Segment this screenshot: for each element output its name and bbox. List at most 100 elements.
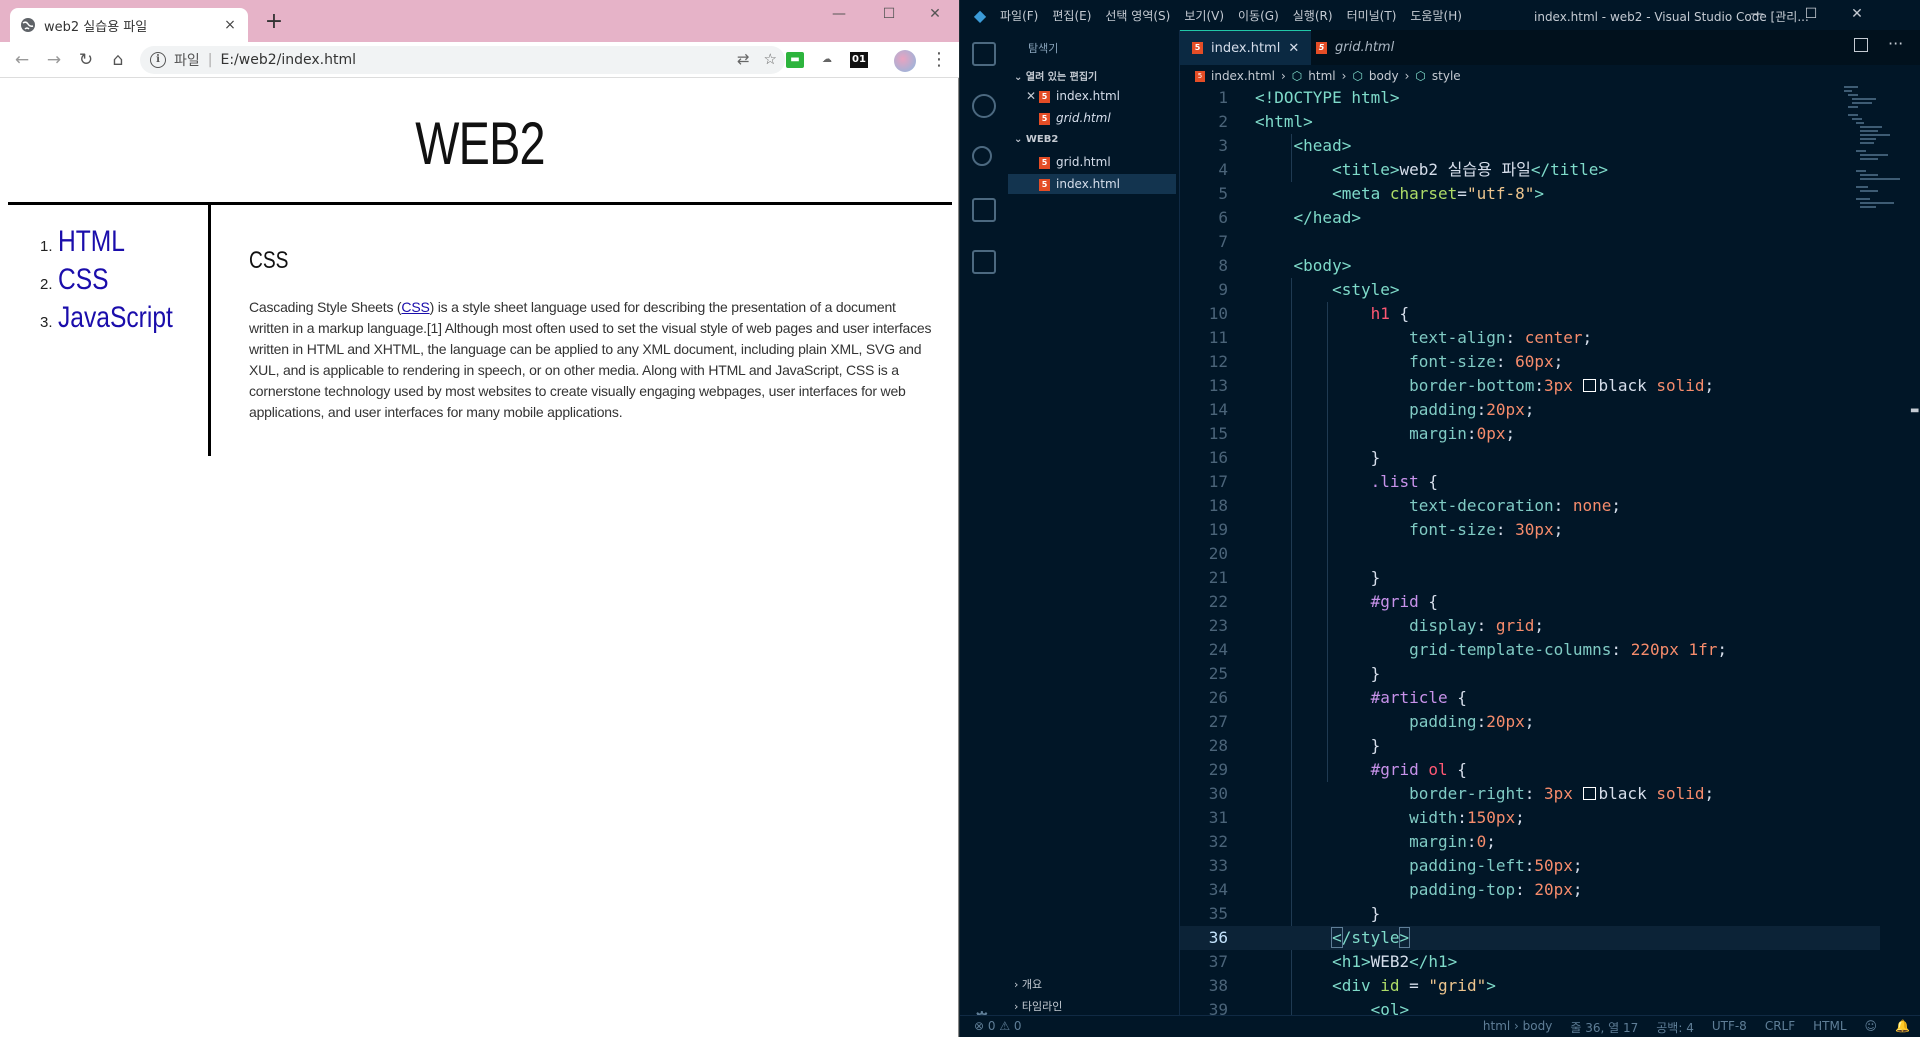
extension-badge-icon[interactable]: 01 bbox=[850, 52, 868, 68]
status-language[interactable]: HTML bbox=[1813, 1019, 1846, 1036]
code-line: 1 <!DOCTYPE html> bbox=[1180, 86, 1880, 110]
profile-avatar[interactable] bbox=[894, 50, 916, 72]
menu-help[interactable]: 도움말(H) bbox=[1410, 9, 1462, 23]
element-icon: ⬡ bbox=[1352, 69, 1363, 83]
code-line: 11 text-align: center; bbox=[1180, 326, 1880, 350]
outline-section[interactable]: › 개요 bbox=[1014, 976, 1042, 992]
maximize-button[interactable]: ☐ bbox=[866, 0, 912, 30]
menu-kebab-icon[interactable]: ⋮ bbox=[930, 50, 948, 72]
source-control-icon[interactable] bbox=[972, 146, 992, 166]
vscode-maximize-button[interactable]: ☐ bbox=[1788, 0, 1834, 30]
new-tab-button[interactable]: + bbox=[262, 10, 286, 34]
split-editor-icon[interactable] bbox=[1854, 38, 1868, 52]
status-path[interactable]: html › body bbox=[1483, 1019, 1552, 1036]
code-line: 8 <body> bbox=[1180, 254, 1880, 278]
menu-run[interactable]: 실행(R) bbox=[1293, 9, 1333, 23]
breadcrumb-item[interactable]: index.html bbox=[1211, 69, 1275, 83]
feedback-icon[interactable]: ☺ bbox=[1865, 1019, 1878, 1036]
nav-number: 3. bbox=[40, 314, 53, 331]
color-swatch[interactable] bbox=[1582, 787, 1596, 800]
close-window-button[interactable]: ✕ bbox=[912, 0, 958, 30]
reload-icon[interactable]: ↻ bbox=[74, 48, 98, 72]
tab-close-icon[interactable]: × bbox=[222, 17, 238, 33]
breadcrumb-item[interactable]: html bbox=[1308, 69, 1335, 83]
nav-list: 1. HTML 2. CSS 3. JavaScript bbox=[40, 225, 198, 339]
editor-tabs: 5 index.html ✕ 5 grid.html bbox=[1180, 30, 1920, 65]
minimap-line bbox=[1860, 158, 1878, 160]
line-number: 14 bbox=[1208, 400, 1228, 419]
status-encoding[interactable]: UTF-8 bbox=[1712, 1019, 1747, 1036]
article-css-link[interactable]: CSS bbox=[401, 299, 429, 315]
open-editor-item[interactable]: 5 grid.html bbox=[1008, 108, 1176, 128]
line-number: 2 bbox=[1218, 112, 1228, 131]
nav-item: 1. HTML bbox=[40, 225, 198, 263]
vscode-minimize-button[interactable]: — bbox=[1734, 0, 1780, 30]
code-line: 33 padding-left:50px; bbox=[1180, 854, 1880, 878]
explorer-icon[interactable] bbox=[972, 42, 996, 66]
extension-green-icon[interactable]: ▬ bbox=[786, 52, 804, 68]
line-number: 4 bbox=[1218, 160, 1228, 179]
menu-edit[interactable]: 편집(E) bbox=[1052, 9, 1091, 23]
code-line: 32 margin:0; bbox=[1180, 830, 1880, 854]
close-icon[interactable]: ✕ bbox=[1026, 86, 1036, 106]
color-swatch[interactable] bbox=[1582, 379, 1596, 392]
line-number: 25 bbox=[1208, 664, 1228, 683]
scrollbar-marker[interactable]: ▬ bbox=[1910, 405, 1920, 416]
code-line: 28 } bbox=[1180, 734, 1880, 758]
open-editors-label: 열려 있는 편집기 bbox=[1025, 72, 1098, 83]
extensions-icon[interactable] bbox=[972, 250, 996, 274]
code-line: 16 } bbox=[1180, 446, 1880, 470]
info-icon[interactable]: i bbox=[150, 52, 166, 68]
menu-file[interactable]: 파일(F) bbox=[1000, 9, 1038, 23]
minimap-line bbox=[1852, 102, 1872, 104]
breadcrumb-item[interactable]: body bbox=[1369, 69, 1399, 83]
translate-icon[interactable]: ⇄ bbox=[737, 50, 750, 68]
minimize-button[interactable]: — bbox=[816, 0, 862, 30]
search-icon[interactable] bbox=[972, 94, 996, 118]
status-eol[interactable]: CRLF bbox=[1765, 1019, 1795, 1036]
browser-tab[interactable]: web2 실습용 파일 × bbox=[10, 8, 248, 42]
minimap[interactable] bbox=[1844, 86, 1904, 216]
run-debug-icon[interactable] bbox=[972, 198, 996, 222]
menu-view[interactable]: 보기(V) bbox=[1184, 9, 1224, 23]
minimap-line bbox=[1860, 126, 1882, 128]
folder-file-item[interactable]: 5 grid.html bbox=[1008, 152, 1176, 172]
nav-link-javascript[interactable]: JavaScript bbox=[58, 301, 173, 335]
line-number: 31 bbox=[1208, 808, 1228, 827]
code-line: 2 <html> bbox=[1180, 110, 1880, 134]
bell-icon[interactable]: 🔔 bbox=[1895, 1019, 1910, 1036]
nav-border bbox=[208, 205, 211, 456]
extension-cloud-icon[interactable]: ☁ bbox=[818, 52, 836, 68]
home-icon[interactable]: ⌂ bbox=[106, 48, 130, 72]
folder-file-item[interactable]: 5 index.html bbox=[1008, 174, 1176, 194]
code-editor[interactable]: 1 <!DOCTYPE html> 2 <html> 3 <head> 4 <tit… bbox=[1180, 86, 1880, 1015]
minimap-line bbox=[1848, 114, 1858, 116]
status-indentation[interactable]: 공백: 4 bbox=[1656, 1019, 1694, 1036]
menu-selection[interactable]: 선택 영역(S) bbox=[1105, 9, 1170, 23]
line-number: 1 bbox=[1218, 88, 1228, 107]
more-actions-icon[interactable]: ··· bbox=[1888, 34, 1903, 53]
folder-header[interactable]: ⌄ WEB2 bbox=[1014, 134, 1058, 145]
vscode-close-button[interactable]: ✕ bbox=[1834, 0, 1880, 30]
editor-tab-grid[interactable]: 5 grid.html bbox=[1304, 30, 1406, 65]
timeline-section[interactable]: › 타임라인 bbox=[1014, 998, 1062, 1014]
bookmark-star-icon[interactable]: ☆ bbox=[764, 50, 777, 68]
article-text: ) is a style sheet language used for des… bbox=[249, 299, 932, 420]
html5-icon: 5 bbox=[1316, 41, 1327, 54]
editor-tab-index[interactable]: 5 index.html ✕ bbox=[1180, 30, 1312, 65]
nav-link-html[interactable]: HTML bbox=[58, 225, 125, 259]
nav-link-css[interactable]: CSS bbox=[58, 263, 109, 297]
back-arrow-icon[interactable]: ← bbox=[10, 48, 34, 72]
open-editor-item[interactable]: ✕ 5 index.html bbox=[1008, 86, 1176, 106]
problems-indicator[interactable]: ⊗ 0 ⚠ 0 bbox=[974, 1019, 1022, 1033]
open-editors-header[interactable]: ⌄ 열려 있는 편집기 bbox=[1014, 68, 1097, 83]
address-bar[interactable]: i 파일 | E:/web2/index.html ⇄ ☆ bbox=[140, 46, 785, 74]
breadcrumb-item[interactable]: style bbox=[1432, 69, 1461, 83]
code-line: 38 <div id = "grid"> bbox=[1180, 974, 1880, 998]
close-icon[interactable]: ✕ bbox=[1288, 41, 1299, 56]
forward-arrow-icon[interactable]: → bbox=[42, 48, 66, 72]
menu-go[interactable]: 이동(G) bbox=[1238, 9, 1279, 23]
minimap-line bbox=[1848, 94, 1858, 96]
menu-terminal[interactable]: 터미널(T) bbox=[1347, 9, 1397, 23]
status-cursor-position[interactable]: 줄 36, 열 17 bbox=[1570, 1019, 1638, 1036]
